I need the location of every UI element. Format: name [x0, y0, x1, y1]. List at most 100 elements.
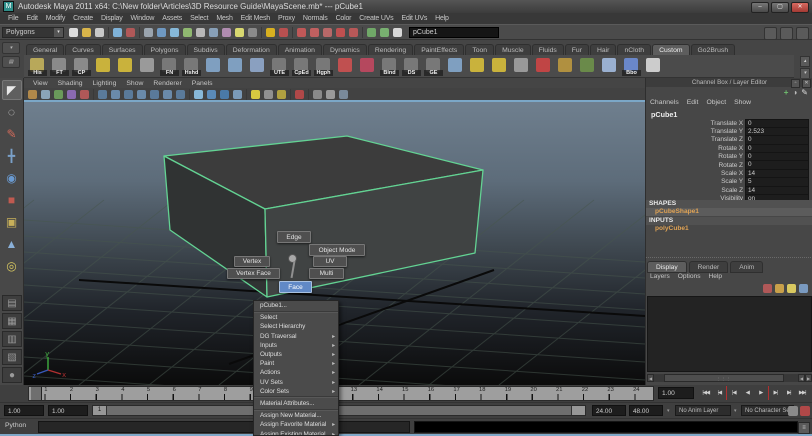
shelf-item[interactable]: Blnd — [380, 57, 399, 76]
playback-button[interactable]: |◀ — [713, 386, 727, 400]
layout-shortcut-button[interactable]: ▧ — [2, 349, 22, 365]
shelf-item[interactable]: GE — [424, 57, 443, 76]
menu-item[interactable]: Help — [431, 15, 453, 22]
panel-menu-item[interactable]: Shading — [53, 80, 88, 87]
layer-editor-icon[interactable] — [775, 284, 784, 293]
status-line-icon[interactable] — [107, 27, 110, 38]
context-menu-item[interactable]: Paint — [254, 359, 338, 368]
toolbox-tool[interactable]: ◌ — [2, 102, 22, 122]
channel-label[interactable]: Scale Z — [646, 187, 743, 194]
playback-button[interactable]: |◀ — [726, 386, 741, 400]
menu-item[interactable]: Edit — [22, 15, 41, 22]
scrollbar-thumb[interactable]: ⋮⋮⋮ — [664, 374, 784, 382]
status-line-icon[interactable] — [366, 27, 377, 38]
character-set-arrow-icon[interactable]: ▾ — [734, 408, 737, 414]
shelf-tab-menu-icon[interactable]: ▾ — [2, 42, 20, 54]
input-node-name[interactable]: polyCube1 — [646, 225, 812, 233]
status-line-icon[interactable] — [335, 27, 346, 38]
range-end-handle[interactable] — [571, 406, 585, 415]
status-line-icon[interactable] — [138, 27, 141, 38]
shelf-item[interactable] — [446, 57, 465, 76]
playback-end-field[interactable]: 24.00 — [592, 405, 626, 416]
panel-toolbar-icon[interactable] — [162, 89, 173, 100]
shelf-item[interactable] — [358, 57, 377, 76]
status-line-icon[interactable] — [221, 27, 232, 38]
marking-menu-multi[interactable]: Multi — [309, 268, 344, 279]
status-line-icon[interactable] — [169, 27, 180, 38]
panel-toolbar-icon[interactable] — [66, 89, 77, 100]
layer-editor-menu-item[interactable]: Layers — [648, 273, 676, 280]
manip-speed-icon[interactable]: ◑ — [792, 88, 797, 97]
context-menu-item[interactable]: Inputs — [254, 341, 338, 350]
shelf-item[interactable]: His — [28, 57, 47, 76]
panel-menu-item[interactable]: Panels — [187, 80, 218, 87]
shelf-scroll-up-icon[interactable]: ▴ — [800, 56, 810, 67]
channel-box-menu-item[interactable]: Channels — [648, 99, 685, 106]
context-menu-item[interactable]: Select Hierarchy — [254, 322, 338, 331]
status-line-icon[interactable] — [392, 27, 403, 38]
close-button[interactable]: ✕ — [791, 2, 809, 13]
status-line-icon[interactable] — [112, 27, 123, 38]
menu-item[interactable]: Color — [332, 15, 356, 22]
marking-menu-edge[interactable]: Edge — [277, 231, 311, 243]
shelf-item[interactable]: Bbo — [622, 57, 641, 76]
layer-editor-icon[interactable] — [799, 284, 808, 293]
anim-layer-selector[interactable]: No Anim Layer — [675, 405, 731, 416]
range-slider[interactable]: 1 — [92, 405, 586, 416]
shelf-item[interactable] — [336, 57, 355, 76]
panel-dock-icon[interactable]: ▫ — [791, 79, 800, 88]
status-line-icon[interactable] — [278, 27, 289, 38]
shelf-options-icon[interactable]: ▤ — [2, 56, 20, 68]
animation-preferences-icon[interactable] — [800, 406, 810, 416]
shape-node-name[interactable]: pCubeShape1 — [646, 208, 812, 216]
channel-label[interactable]: Scale X — [646, 170, 743, 177]
show-channel-box-icon[interactable] — [796, 27, 809, 40]
shelf-tab[interactable]: Deformation — [226, 44, 277, 55]
playback-button[interactable]: ▶| — [782, 386, 796, 400]
status-line-icon[interactable] — [143, 27, 154, 38]
panel-toolbar-icon[interactable] — [338, 89, 349, 100]
marking-menu-uv[interactable]: UV — [313, 256, 347, 267]
manip-pen-icon[interactable]: ✎ — [801, 88, 808, 97]
menu-item[interactable]: Edit Mesh — [237, 15, 274, 22]
layer-editor-icon[interactable] — [787, 284, 796, 293]
layer-editor-menu-item[interactable]: Options — [676, 273, 707, 280]
toolbox-tool[interactable]: ✎ — [2, 124, 22, 144]
toolbox-tool[interactable]: ■ — [2, 190, 22, 210]
channel-label[interactable]: Translate X — [646, 120, 743, 127]
channel-label[interactable]: Translate Y — [646, 128, 743, 135]
context-menu-item[interactable]: DG Traversal — [254, 332, 338, 341]
marking-menu-vertex[interactable]: Vertex — [234, 256, 270, 267]
animation-end-field[interactable]: 48.00 — [629, 405, 663, 416]
shelf-tab[interactable]: Subdivs — [187, 44, 225, 55]
panel-toolbar-icon[interactable] — [232, 89, 243, 100]
menu-item[interactable]: File — [4, 15, 22, 22]
panel-toolbar-icon[interactable] — [289, 89, 292, 100]
panel-toolbar-icon[interactable] — [307, 89, 310, 100]
shelf-item[interactable]: FT — [50, 57, 69, 76]
maximize-button[interactable]: ▢ — [771, 2, 789, 13]
marking-menu-object-mode[interactable]: Object Mode — [309, 244, 365, 256]
playback-button[interactable]: ▶▶| — [796, 386, 810, 400]
status-line-icon[interactable] — [208, 27, 219, 38]
toolbox-tool[interactable]: ◤ — [2, 80, 22, 100]
menu-item[interactable]: Create — [69, 15, 97, 22]
shelf-item[interactable] — [468, 57, 487, 76]
channel-label[interactable]: Translate Z — [646, 136, 743, 143]
shelf-item[interactable] — [226, 57, 245, 76]
status-line-icon[interactable] — [182, 27, 193, 38]
status-line-icon[interactable] — [291, 27, 294, 38]
scroll-right2-icon[interactable]: ▶ — [805, 374, 812, 382]
layout-shortcut-button[interactable]: ▥ — [2, 331, 22, 347]
status-line-icon[interactable] — [234, 27, 245, 38]
shelf-item[interactable]: DS — [402, 57, 421, 76]
menu-item[interactable]: Modify — [42, 15, 69, 22]
panel-header[interactable]: Channel Box / Layer Editor ▫ ✕ — [646, 78, 812, 87]
context-menu-item[interactable]: Actions — [254, 368, 338, 377]
shelf-tab[interactable]: Custom — [652, 44, 689, 55]
panel-menu-item[interactable]: Renderer — [148, 80, 186, 87]
shelf-item[interactable] — [512, 57, 531, 76]
menu-item[interactable]: Display — [97, 15, 127, 22]
context-menu-item[interactable]: Color Sets — [254, 387, 338, 396]
show-attribute-editor-icon[interactable] — [764, 27, 777, 40]
